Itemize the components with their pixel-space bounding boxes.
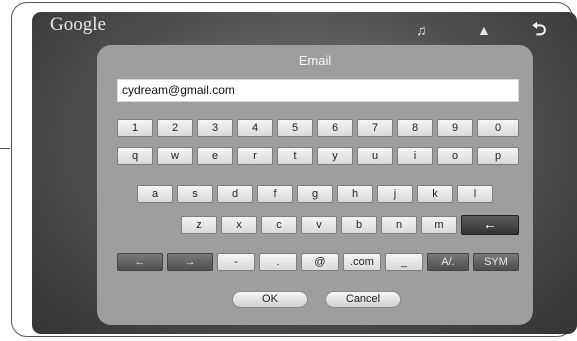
key-m[interactable]: m: [421, 216, 457, 234]
key-hyphen[interactable]: -: [217, 253, 255, 271]
key-k[interactable]: k: [417, 185, 453, 203]
key-3[interactable]: 3: [197, 119, 233, 137]
key-underscore[interactable]: _: [385, 253, 423, 271]
key-o[interactable]: o: [437, 147, 473, 165]
volume-icon: ♫: [416, 22, 427, 38]
email-field[interactable]: cydream@gmail.com: [117, 79, 519, 102]
backspace-key[interactable]: ←: [461, 215, 519, 235]
brand-logo: Google: [50, 14, 106, 35]
keyboard-dialog: Email cydream@gmail.com 1 2 3 4 5 6 7 8 …: [97, 45, 533, 325]
key-9[interactable]: 9: [437, 119, 473, 137]
key-v[interactable]: v: [301, 216, 337, 234]
key-6[interactable]: 6: [317, 119, 353, 137]
key-x[interactable]: x: [221, 216, 257, 234]
key-p[interactable]: p: [477, 147, 519, 165]
key-5[interactable]: 5: [277, 119, 313, 137]
key-q[interactable]: q: [117, 147, 153, 165]
ok-button[interactable]: OK: [232, 291, 308, 308]
home-icon: ▲: [477, 22, 491, 38]
case-toggle-key[interactable]: A/.: [427, 253, 469, 271]
key-a[interactable]: a: [137, 185, 173, 203]
key-c[interactable]: c: [261, 216, 297, 234]
return-icon[interactable]: ⮌: [532, 17, 546, 47]
key-t[interactable]: t: [277, 147, 313, 165]
key-l[interactable]: l: [457, 185, 493, 203]
key-e[interactable]: e: [197, 147, 233, 165]
key-b[interactable]: b: [341, 216, 377, 234]
key-z[interactable]: z: [181, 216, 217, 234]
key-j[interactable]: j: [377, 185, 413, 203]
key-w[interactable]: w: [157, 147, 193, 165]
cursor-right-key[interactable]: →: [167, 253, 213, 271]
key-r[interactable]: r: [237, 147, 273, 165]
key-0[interactable]: 0: [477, 119, 519, 137]
key-g[interactable]: g: [297, 185, 333, 203]
device-frame: Google ♫ ▲ ⮌ Email cydream@gmail.com 1 2…: [11, 2, 577, 337]
key-dotcom[interactable]: .com: [343, 253, 381, 271]
key-i[interactable]: i: [397, 147, 433, 165]
key-f[interactable]: f: [257, 185, 293, 203]
cursor-left-key[interactable]: ←: [117, 253, 163, 271]
symbol-key[interactable]: SYM: [473, 253, 519, 271]
key-at[interactable]: @: [301, 253, 339, 271]
key-n[interactable]: n: [381, 216, 417, 234]
key-u[interactable]: u: [357, 147, 393, 165]
dialog-title: Email: [298, 53, 332, 68]
key-7[interactable]: 7: [357, 119, 393, 137]
cancel-button[interactable]: Cancel: [325, 291, 401, 308]
tv-screen: Google ♫ ▲ ⮌ Email cydream@gmail.com 1 2…: [32, 12, 577, 334]
key-4[interactable]: 4: [237, 119, 273, 137]
side-tick-mark: [0, 148, 10, 149]
key-s[interactable]: s: [177, 185, 213, 203]
key-1[interactable]: 1: [117, 119, 153, 137]
key-y[interactable]: y: [317, 147, 353, 165]
key-d[interactable]: d: [217, 185, 253, 203]
key-8[interactable]: 8: [397, 119, 433, 137]
key-2[interactable]: 2: [157, 119, 193, 137]
key-period[interactable]: .: [259, 253, 297, 271]
key-h[interactable]: h: [337, 185, 373, 203]
